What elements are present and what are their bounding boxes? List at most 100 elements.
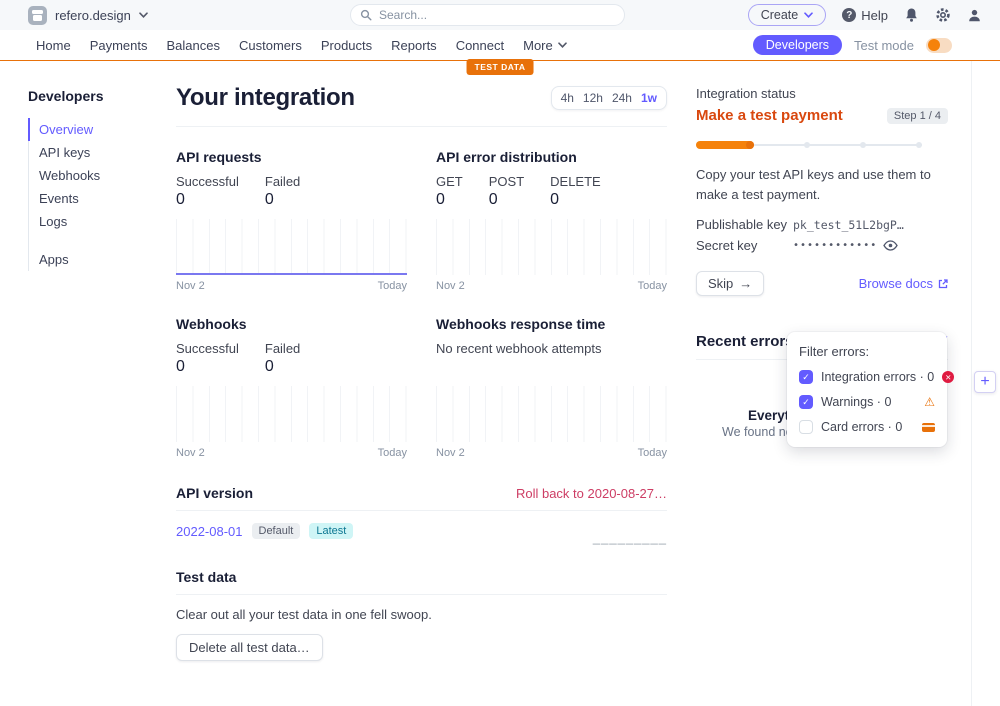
stat-label: Successful <box>176 341 239 356</box>
test-mode-label: Test mode <box>854 38 914 53</box>
add-plus-button[interactable]: + <box>974 371 996 393</box>
section-title: Webhooks <box>176 316 407 332</box>
sidebar-item-logs[interactable]: Logs <box>28 210 158 233</box>
step-badge: Step 1 / 4 <box>887 108 948 124</box>
default-badge: Default <box>252 523 301 539</box>
profile-person-icon[interactable] <box>967 8 982 23</box>
test-mode-toggle[interactable] <box>926 38 952 53</box>
stat-label: Failed <box>265 341 300 356</box>
browse-docs-link[interactable]: Browse docs <box>859 276 948 291</box>
developers-badge[interactable]: Developers <box>753 35 842 55</box>
range-12h[interactable]: 12h <box>583 91 603 105</box>
sidebar: Developers Overview API keys Webhooks Ev… <box>28 88 158 271</box>
chart-end-label: Today <box>378 447 407 459</box>
section-api-version: API version Roll back to 2020-08-27… 202… <box>176 485 667 539</box>
sidebar-item-events[interactable]: Events <box>28 187 158 210</box>
checkbox-checked[interactable]: ✓ <box>799 370 813 384</box>
divider <box>176 594 667 595</box>
chart-start-label: Nov 2 <box>436 447 465 459</box>
redacted-text: _________ <box>593 530 667 545</box>
nav-item-customers[interactable]: Customers <box>239 38 302 53</box>
filter-option-card-errors[interactable]: Card errors · 0 <box>799 420 935 434</box>
integration-status-label: Integration status <box>696 86 948 101</box>
stat-label: POST <box>489 174 524 189</box>
store-icon <box>28 6 47 25</box>
nav-item-home[interactable]: Home <box>36 38 71 53</box>
search-input[interactable] <box>350 4 625 26</box>
progress-dot <box>804 142 810 148</box>
stat-value: 0 <box>265 191 300 209</box>
account-switcher[interactable]: refero.design <box>28 6 148 25</box>
sidebar-heading: Developers <box>28 88 158 104</box>
rollback-link[interactable]: Roll back to 2020-08-27… <box>516 486 667 501</box>
nav-item-connect[interactable]: Connect <box>456 38 504 53</box>
chart-end-label: Today <box>378 280 407 292</box>
range-1w[interactable]: 1w <box>641 91 657 105</box>
progress-fill <box>696 141 754 149</box>
page-title: Your integration <box>176 84 355 112</box>
chart-start-label: Nov 2 <box>176 447 205 459</box>
stats: GET0 POST0 DELETE0 <box>436 174 667 209</box>
sidebar-item-overview[interactable]: Overview <box>28 118 158 141</box>
stat-value: 0 <box>176 191 239 209</box>
test-data-badge: TEST DATA <box>467 59 534 75</box>
status-step-title: Make a test payment <box>696 107 843 124</box>
create-button[interactable]: Create <box>748 4 827 26</box>
secret-key-label: Secret key <box>696 238 793 253</box>
sidebar-item-api-keys[interactable]: API keys <box>28 141 158 164</box>
api-error-distribution-chart <box>436 219 667 275</box>
publishable-key-value[interactable]: pk_test_51L2bgP… <box>793 218 904 232</box>
webhooks-response-time-chart <box>436 386 667 442</box>
warning-triangle-icon: ⚠ <box>924 396 935 408</box>
sidebar-item-webhooks[interactable]: Webhooks <box>28 164 158 187</box>
skip-button[interactable]: Skip → <box>696 271 764 296</box>
api-version-link[interactable]: 2022-08-01 <box>176 524 243 539</box>
notifications-bell-icon[interactable] <box>904 7 919 23</box>
help-label: Help <box>861 8 888 23</box>
section-webhooks-response-time: Webhooks response time No recent webhook… <box>436 316 667 459</box>
secret-key-value: •••••••••••• <box>793 240 877 251</box>
arrow-right-icon: → <box>739 276 752 291</box>
error-circle-icon: ✕ <box>942 371 954 383</box>
checkbox-checked[interactable]: ✓ <box>799 395 813 409</box>
errors-empty-text: We found no <box>722 425 793 439</box>
api-requests-chart <box>176 219 407 275</box>
nav-item-balances[interactable]: Balances <box>167 38 220 53</box>
filter-option-integration-errors[interactable]: ✓ Integration errors · 0 ✕ <box>799 370 935 384</box>
chart-start-label: Nov 2 <box>436 280 465 292</box>
settings-gear-icon[interactable] <box>935 7 951 23</box>
section-api-requests: API requests Successful0 Failed0 Nov 2 T… <box>176 149 407 292</box>
delete-test-data-button[interactable]: Delete all test data… <box>176 634 323 661</box>
filter-popover-title: Filter errors: <box>799 344 935 359</box>
stat-value: 0 <box>176 358 239 376</box>
stat-label: DELETE <box>550 174 601 189</box>
status-description: Copy your test API keys and use them to … <box>696 165 948 204</box>
stat-label: Failed <box>265 174 300 189</box>
help-button[interactable]: ? Help <box>842 8 888 23</box>
page: refero.design Create ? Help <box>0 0 1000 706</box>
navbar: Home Payments Balances Customers Product… <box>0 30 1000 61</box>
chart-end-label: Today <box>638 447 667 459</box>
recent-errors-title: Recent errors <box>696 333 794 350</box>
chevron-down-icon <box>804 12 813 18</box>
reveal-eye-icon[interactable] <box>883 240 898 251</box>
nav-item-payments[interactable]: Payments <box>90 38 148 53</box>
right-panel: Integration status Make a test payment S… <box>696 86 948 360</box>
publishable-key-label: Publishable key <box>696 217 793 232</box>
section-title: Webhooks response time <box>436 316 667 332</box>
nav-item-more[interactable]: More <box>523 38 567 53</box>
range-24h[interactable]: 24h <box>612 91 632 105</box>
topbar-actions: Create ? Help <box>748 4 982 26</box>
section-test-data: Test data Clear out all your test data i… <box>176 569 667 661</box>
search-icon <box>360 9 372 21</box>
sidebar-list: Overview API keys Webhooks Events Logs A… <box>28 118 158 271</box>
nav-item-products[interactable]: Products <box>321 38 372 53</box>
progress-dot <box>916 142 922 148</box>
range-4h[interactable]: 4h <box>561 91 574 105</box>
stat-label: GET <box>436 174 463 189</box>
checkbox-unchecked[interactable] <box>799 420 813 434</box>
sidebar-item-apps[interactable]: Apps <box>28 248 158 271</box>
filter-option-warnings[interactable]: ✓ Warnings · 0 ⚠ <box>799 395 935 409</box>
section-api-error-distribution: API error distribution GET0 POST0 DELETE… <box>436 149 667 292</box>
nav-item-reports[interactable]: Reports <box>391 38 437 53</box>
